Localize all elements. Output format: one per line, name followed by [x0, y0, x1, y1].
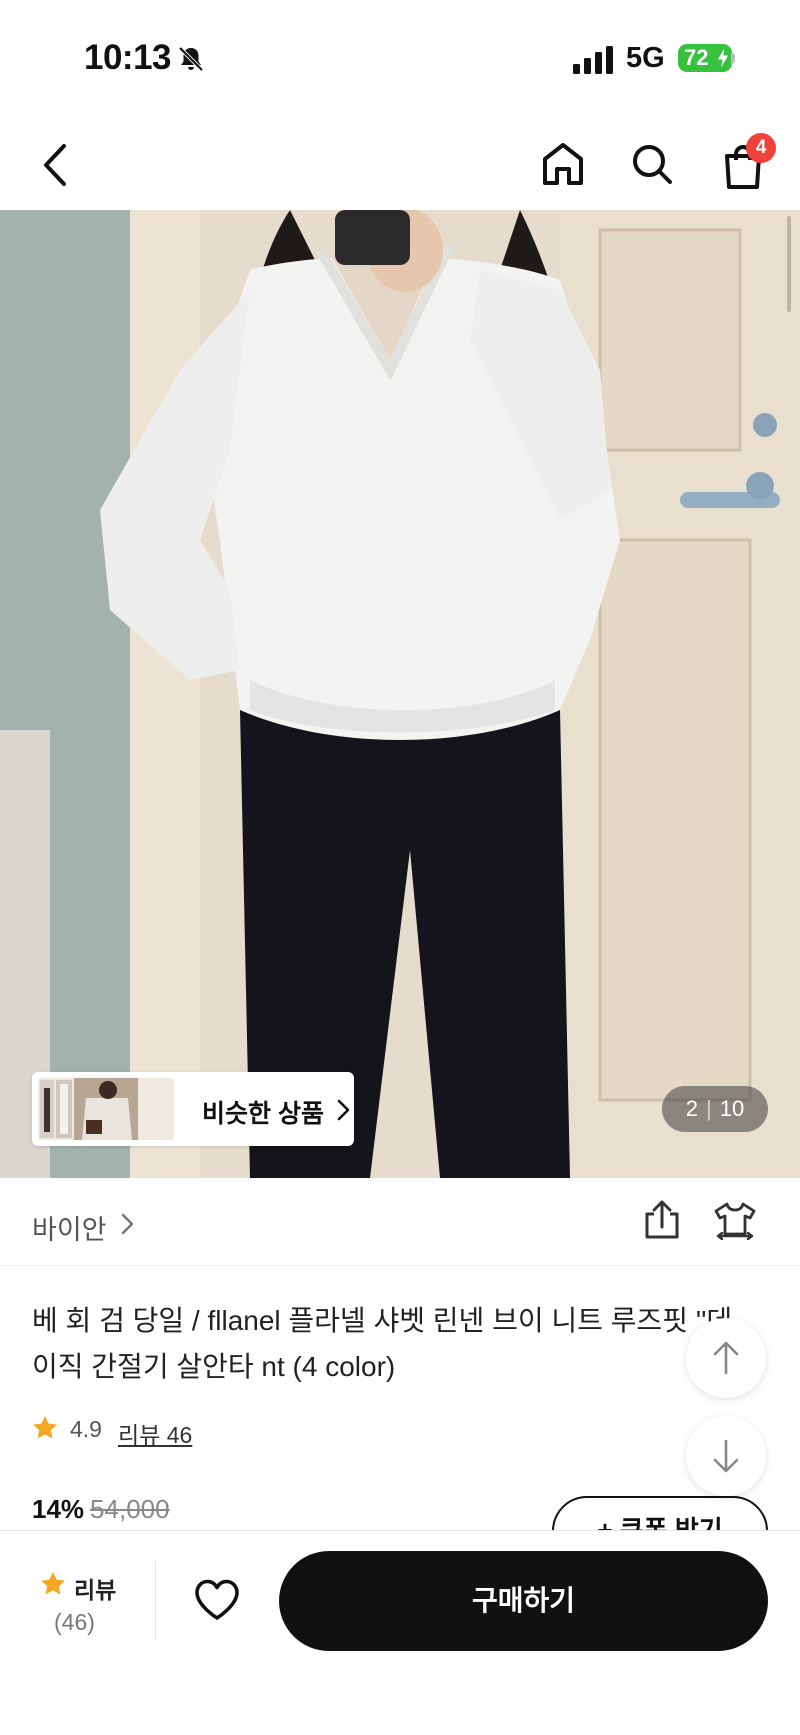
brand-name-link[interactable]: 바이안 [32, 1208, 107, 1247]
review-label: 리뷰 [74, 1577, 117, 1603]
cart-count-badge: 4 [746, 133, 776, 163]
review-count: (46) [54, 1609, 95, 1635]
search-icon[interactable] [630, 142, 674, 186]
buy-button[interactable]: 구매하기 [279, 1551, 768, 1651]
divider [155, 1561, 156, 1641]
battery-tip [731, 53, 735, 64]
product-title: 베 회 검 당일 / fllanel 플라넬 샤벳 린넨 브이 니트 루즈핏 '… [32, 1305, 733, 1382]
status-time: 10:13 [84, 38, 172, 77]
charging-bolt-icon [716, 46, 730, 70]
battery-indicator: 72 [678, 44, 732, 72]
price-row: 14% 54,000 [32, 1494, 170, 1525]
chevron-right-icon [337, 1099, 350, 1121]
original-price: 54,000 [90, 1494, 170, 1524]
back-icon[interactable] [40, 142, 70, 188]
arrow-up-icon [713, 1341, 739, 1375]
discount-rate: 14% [32, 1494, 85, 1524]
home-icon[interactable] [541, 141, 585, 187]
scroll-up-button[interactable] [686, 1318, 766, 1398]
similar-products-button[interactable]: 비슷한 상품 [32, 1072, 354, 1146]
star-icon [33, 1416, 57, 1439]
fit-compare-icon[interactable] [712, 1200, 758, 1240]
similar-products-label: 비슷한 상품 [202, 1100, 324, 1128]
product-image-gallery[interactable] [0, 210, 800, 1178]
arrow-down-icon [713, 1439, 739, 1473]
image-counter-current: 2 [685, 1096, 699, 1121]
scroll-down-button[interactable] [686, 1416, 766, 1496]
home-indicator [266, 1708, 534, 1716]
review-count-link[interactable]: 리뷰 46 [118, 1416, 192, 1450]
share-icon[interactable] [642, 1200, 682, 1240]
battery-level: 72 [684, 45, 709, 70]
top-nav-bar [0, 120, 800, 210]
image-counter: 2 | 10 [662, 1086, 768, 1132]
heart-icon[interactable] [193, 1578, 241, 1622]
image-counter-separator: | [706, 1096, 712, 1121]
chevron-right-icon[interactable] [120, 1212, 134, 1236]
network-label: 5G [626, 42, 665, 74]
bottom-action-bar: 리뷰 (46) 구매하기 [0, 1530, 800, 1735]
similar-products-thumbnails [38, 1078, 174, 1140]
star-icon [41, 1572, 65, 1595]
signal-icon [573, 46, 613, 74]
product-photo [0, 210, 800, 1178]
brand-row: 바이안 [0, 1178, 800, 1266]
scrollbar[interactable] [787, 216, 791, 312]
rating-value: 4.9 [70, 1416, 102, 1442]
image-counter-total: 10 [719, 1096, 745, 1121]
status-bar: 10:13 5G 72 [0, 0, 800, 110]
bell-slash-icon [178, 46, 204, 72]
